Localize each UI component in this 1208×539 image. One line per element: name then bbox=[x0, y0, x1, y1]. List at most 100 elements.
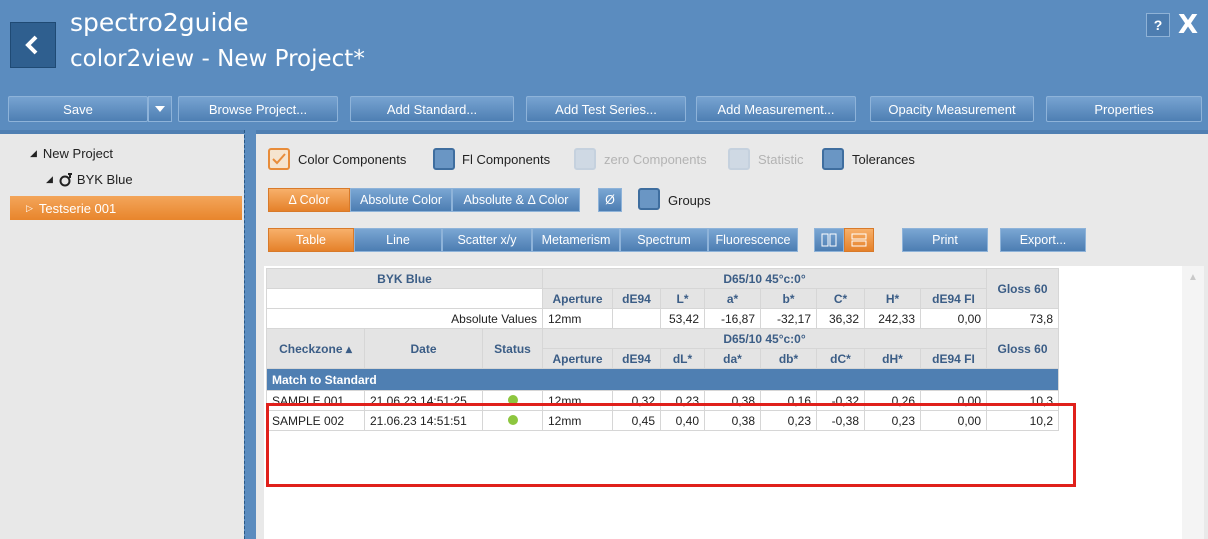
table-cell: 0,38 bbox=[704, 390, 761, 411]
table-cell: 0,23 bbox=[660, 390, 705, 411]
chevron-down-icon bbox=[155, 106, 165, 112]
groups-checkbox[interactable] bbox=[638, 188, 660, 210]
column-header: db* bbox=[760, 348, 817, 369]
results-table: BYK Blue D65/10 45°c:0° Gloss 60 Apertur… bbox=[266, 268, 1059, 431]
app-title: spectro2guide bbox=[70, 8, 249, 37]
column-header: dE94 FI bbox=[920, 348, 987, 369]
column-header: a* bbox=[704, 288, 761, 309]
table-cell: -16,87 bbox=[704, 308, 761, 329]
match-to-standard-group[interactable]: Match to Standard bbox=[266, 368, 1059, 391]
columns-icon bbox=[821, 233, 837, 247]
table-cell: 0,23 bbox=[864, 410, 921, 431]
add-measurement-button[interactable]: Add Measurement... bbox=[696, 96, 856, 122]
table-row[interactable]: SAMPLE 002 21.06.23 14:51:51 12mm 0,45 0… bbox=[266, 410, 1059, 431]
project-tree bbox=[0, 130, 244, 539]
tab-line[interactable]: Line bbox=[354, 228, 442, 252]
tab-table[interactable]: Table bbox=[268, 228, 354, 252]
back-button[interactable] bbox=[10, 22, 56, 68]
tab-fluorescence[interactable]: Fluorescence bbox=[708, 228, 798, 252]
table-cell: 53,42 bbox=[660, 308, 705, 329]
export-button[interactable]: Export... bbox=[1000, 228, 1086, 252]
table-cell: 0,16 bbox=[760, 390, 817, 411]
tree-item-testseries[interactable]: ▷ Testserie 001 bbox=[10, 196, 242, 220]
absolute-delta-color-button[interactable]: Absolute & Δ Color bbox=[452, 188, 580, 212]
table-cell: 0,00 bbox=[920, 390, 987, 411]
empty-header-cell bbox=[266, 288, 543, 309]
save-button[interactable]: Save bbox=[8, 96, 148, 122]
absolute-color-button[interactable]: Absolute Color bbox=[350, 188, 452, 212]
column-header: Aperture bbox=[542, 288, 613, 309]
table-cell: 242,33 bbox=[864, 308, 921, 329]
scroll-up-icon[interactable]: ▲ bbox=[1188, 272, 1198, 283]
illuminant-header: D65/10 45°c:0° bbox=[542, 268, 987, 289]
fl-components-label: Fl Components bbox=[462, 152, 551, 167]
check-icon bbox=[272, 153, 286, 165]
table-cell: 12mm bbox=[542, 390, 613, 411]
tree-item-project[interactable]: ◢ New Project bbox=[30, 146, 113, 161]
properties-button[interactable]: Properties bbox=[1046, 96, 1202, 122]
split-horizontal-button[interactable] bbox=[844, 228, 874, 252]
table-cell: -0,38 bbox=[816, 410, 865, 431]
statistic-checkbox[interactable] bbox=[728, 148, 750, 170]
fl-components-checkbox[interactable] bbox=[433, 148, 455, 170]
table-cell bbox=[612, 308, 661, 329]
status-header[interactable]: Status bbox=[482, 328, 543, 369]
standard-icon bbox=[59, 172, 72, 186]
checkzone-header[interactable]: Checkzone ▴ bbox=[266, 328, 365, 369]
column-header: dE94 FI bbox=[920, 288, 987, 309]
add-test-series-button[interactable]: Add Test Series... bbox=[526, 96, 686, 122]
table-row[interactable]: SAMPLE 001 21.06.23 14:51:25 12mm 0,32 0… bbox=[266, 390, 1059, 411]
project-title: color2view - New Project* bbox=[70, 46, 365, 72]
column-header: da* bbox=[704, 348, 761, 369]
print-button[interactable]: Print bbox=[902, 228, 988, 252]
table-cell: 0,00 bbox=[920, 410, 987, 431]
status-ok-icon bbox=[507, 414, 518, 425]
color-components-label: Color Components bbox=[298, 152, 407, 167]
table-cell: 10,2 bbox=[986, 410, 1059, 431]
zero-components-checkbox[interactable] bbox=[574, 148, 596, 170]
browse-project-button[interactable]: Browse Project... bbox=[178, 96, 338, 122]
vertical-scrollbar[interactable]: ▲ bbox=[1182, 266, 1204, 539]
status-cell bbox=[482, 390, 543, 411]
add-standard-button[interactable]: Add Standard... bbox=[350, 96, 514, 122]
date-header[interactable]: Date bbox=[364, 328, 483, 369]
panel-splitter[interactable] bbox=[244, 130, 256, 539]
tab-spectrum[interactable]: Spectrum bbox=[620, 228, 708, 252]
help-button[interactable]: ? bbox=[1146, 13, 1170, 37]
split-vertical-button[interactable] bbox=[814, 228, 844, 252]
delta-color-button[interactable]: Δ Color bbox=[268, 188, 350, 212]
column-header: dE94 bbox=[612, 288, 661, 309]
rows-icon bbox=[851, 233, 867, 247]
tree-item-label: BYK Blue bbox=[76, 172, 133, 187]
collapsed-triangle-icon: ▷ bbox=[26, 202, 33, 213]
table-cell: 0,26 bbox=[864, 390, 921, 411]
table-cell: 0,00 bbox=[920, 308, 987, 329]
color-components-checkbox[interactable] bbox=[268, 148, 290, 170]
gloss-header: Gloss 60 bbox=[986, 268, 1059, 309]
close-button[interactable]: X bbox=[1176, 10, 1200, 40]
illuminant-header: D65/10 45°c:0° bbox=[542, 328, 987, 349]
column-header: C* bbox=[816, 288, 865, 309]
tolerances-checkbox[interactable] bbox=[822, 148, 844, 170]
table-cell: 12mm bbox=[542, 308, 613, 329]
expanded-triangle-icon: ◢ bbox=[30, 148, 37, 158]
table-cell: 12mm bbox=[542, 410, 613, 431]
title-bar: spectro2guide color2view - New Project* … bbox=[0, 0, 1208, 92]
tree-item-label: New Project bbox=[42, 146, 113, 161]
column-header: dC* bbox=[816, 348, 865, 369]
tab-metamerism[interactable]: Metamerism bbox=[532, 228, 620, 252]
column-header: L* bbox=[660, 288, 705, 309]
table-cell: 21.06.23 14:51:25 bbox=[364, 390, 483, 411]
save-dropdown-button[interactable] bbox=[148, 96, 172, 122]
column-header: H* bbox=[864, 288, 921, 309]
tree-item-label: Testserie 001 bbox=[38, 200, 117, 216]
table-cell: -0,32 bbox=[816, 390, 865, 411]
tree-item-standard[interactable]: ◢ BYK Blue bbox=[46, 172, 133, 187]
status-ok-icon bbox=[507, 394, 518, 405]
opacity-measurement-button[interactable]: Opacity Measurement bbox=[870, 96, 1034, 122]
tab-scatter[interactable]: Scatter x/y bbox=[442, 228, 532, 252]
empty-set-button[interactable]: Ø bbox=[598, 188, 622, 212]
toolbar: Save Browse Project... Add Standard... A… bbox=[0, 92, 1208, 130]
table-cell: 0,38 bbox=[704, 410, 761, 431]
table-cell: SAMPLE 001 bbox=[266, 390, 365, 411]
